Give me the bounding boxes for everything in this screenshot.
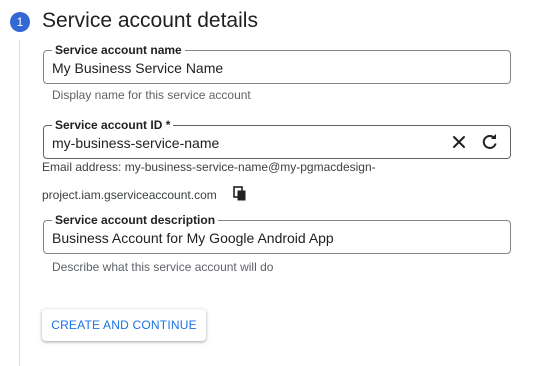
service-account-id-value[interactable]: my-business-service-name: [52, 135, 219, 151]
service-account-description-helper: Describe what this service account will …: [52, 260, 274, 274]
service-account-name-field[interactable]: Service account name My Business Service…: [43, 43, 511, 84]
service-account-id-field[interactable]: Service account ID * my-business-service…: [43, 118, 511, 159]
service-account-description-value[interactable]: Business Account for My Google Android A…: [52, 230, 334, 246]
service-account-name-value[interactable]: My Business Service Name: [52, 60, 223, 76]
step-connector-line: [19, 40, 20, 366]
service-account-description-label: Service account description: [52, 213, 219, 227]
clear-icon[interactable]: [450, 133, 468, 151]
copy-icon[interactable]: [233, 186, 247, 202]
service-account-id-label: Service account ID *: [52, 118, 174, 132]
service-account-name-helper: Display name for this service account: [52, 88, 251, 102]
service-account-name-label: Service account name: [52, 43, 185, 57]
email-address-line2: project.iam.gserviceaccount.com: [42, 188, 217, 202]
step-number-badge: 1: [10, 12, 30, 32]
create-and-continue-button[interactable]: CREATE AND CONTINUE: [42, 309, 206, 341]
refresh-icon[interactable]: [481, 133, 499, 151]
service-account-description-field[interactable]: Service account description Business Acc…: [43, 213, 511, 254]
section-title: Service account details: [42, 9, 258, 32]
email-address-line1: Email address: my-business-service-name@…: [42, 160, 376, 174]
